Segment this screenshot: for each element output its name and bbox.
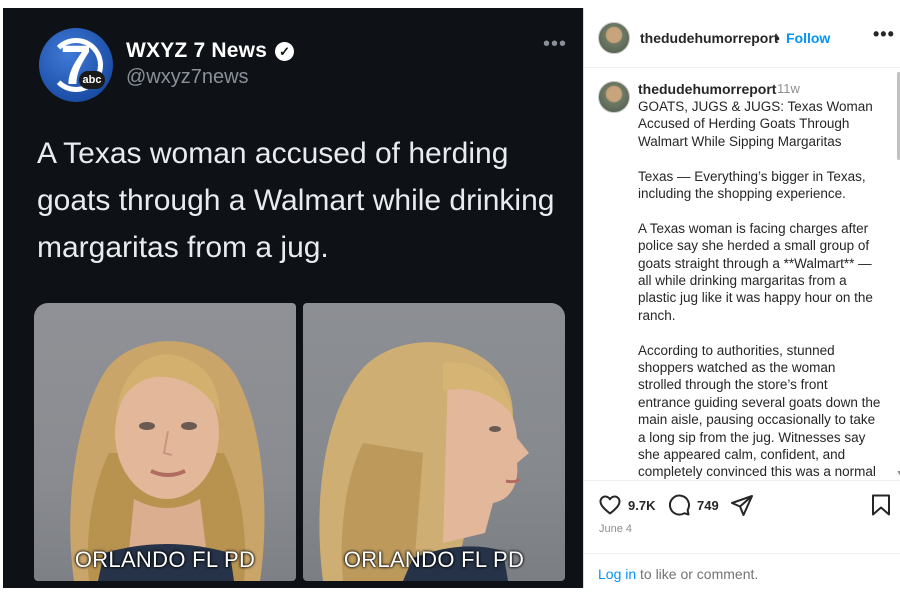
- post-date[interactable]: June 4: [599, 523, 632, 535]
- post-side-panel: thedudehumorreport • Follow ••• thedudeh…: [583, 8, 900, 588]
- save-button[interactable]: [870, 493, 892, 517]
- more-horizontal-icon[interactable]: •••: [873, 24, 895, 45]
- paper-plane-icon: [731, 495, 753, 516]
- mugshot-profile: ORLANDO FL PD: [303, 303, 565, 581]
- scroll-down-arrow-icon[interactable]: ▼: [896, 470, 900, 477]
- mugshot-profile-illustration: [319, 342, 529, 581]
- mugshot-front-illustration: [70, 341, 265, 581]
- comment-count: 749: [697, 497, 719, 513]
- mugshot-label-profile: ORLANDO FL PD: [343, 547, 525, 572]
- login-prompt: Log in to like or comment.: [584, 553, 900, 588]
- caption-paragraph: GOATS, JUGS & JUGS: Texas Woman Accused …: [638, 99, 873, 149]
- caption-scroll-area[interactable]: thedudehumorreport 11w GOATS, JUGS & JUG…: [584, 69, 900, 479]
- caption-paragraph: Texas — Everything’s bigger in Texas, in…: [638, 168, 866, 202]
- caption-paragraph: According to authorities, stunned shoppe…: [638, 342, 881, 479]
- avatar[interactable]: [598, 22, 630, 54]
- more-horizontal-icon: •••: [543, 33, 568, 55]
- caption-avatar[interactable]: [598, 81, 630, 113]
- caption-username[interactable]: thedudehumorreport: [638, 81, 776, 97]
- mugshot-front: ORLANDO FL PD: [34, 303, 296, 581]
- header-separator: •: [775, 30, 780, 46]
- post-header: thedudehumorreport • Follow •••: [584, 8, 900, 68]
- caption-paragraph: A Texas woman is facing charges after po…: [638, 220, 873, 323]
- tweet-account-name: WXYZ 7 News: [126, 39, 268, 62]
- login-prompt-text: to like or comment.: [640, 566, 759, 582]
- like-button[interactable]: 9.7K: [598, 493, 655, 517]
- tweet-text: A Texas woman accused of herding goats t…: [37, 137, 555, 264]
- tweet-card: 7 abc WXYZ 7 News ✓ @wxyz7news ••• A Tex…: [3, 8, 583, 588]
- heart-icon: [599, 495, 621, 515]
- post-image[interactable]: 7 abc WXYZ 7 News ✓ @wxyz7news ••• A Tex…: [0, 0, 583, 603]
- logo-number: 7: [60, 33, 92, 96]
- caption-time[interactable]: 11w: [777, 81, 800, 96]
- header-username[interactable]: thedudehumorreport: [640, 30, 778, 46]
- verified-check-icon: ✓: [275, 41, 295, 61]
- like-count: 9.7K: [628, 497, 656, 513]
- follow-button[interactable]: Follow: [786, 30, 830, 46]
- tweet-name-row: WXYZ 7 News ✓: [126, 38, 295, 64]
- abc-badge: abc: [79, 71, 105, 89]
- share-button[interactable]: [730, 493, 754, 517]
- comment-button[interactable]: 749: [667, 493, 719, 517]
- login-link[interactable]: Log in: [598, 566, 636, 582]
- tweet-handle: @wxyz7news: [126, 66, 249, 88]
- caption-text: GOATS, JUGS & JUGS: Texas Woman Accused …: [638, 98, 882, 479]
- comment-icon: [668, 494, 690, 516]
- mugshot-label-front: ORLANDO FL PD: [74, 547, 256, 572]
- wxyz-logo: 7 abc: [39, 28, 113, 102]
- bookmark-icon: [872, 494, 890, 516]
